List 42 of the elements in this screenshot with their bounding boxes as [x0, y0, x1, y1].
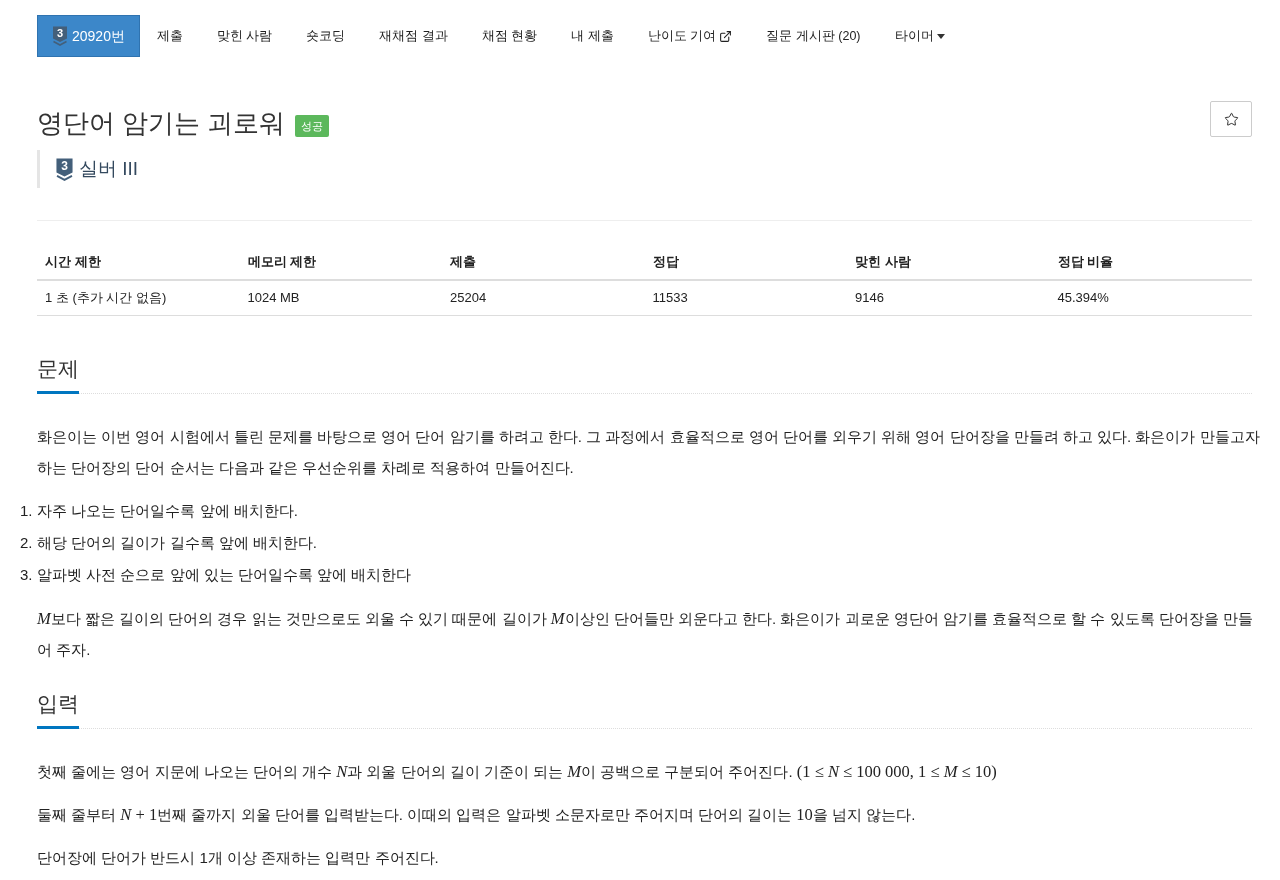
table-cell: 1 초 (추가 시간 없음)	[37, 280, 240, 316]
list-item-text: 알파벳 사전 순으로 앞에 있는 단어일수록 앞에 배치한다	[37, 565, 412, 585]
column-header: 맞힌 사람	[847, 245, 1050, 280]
section-heading: 입력	[37, 689, 79, 729]
nav-tab[interactable]: 제출	[139, 15, 200, 57]
column-header: 제출	[442, 245, 645, 280]
tier-name: 실버 III	[79, 156, 139, 181]
table-cell: 1024 MB	[239, 280, 442, 316]
list-number: 3.	[20, 565, 34, 585]
caret-icon	[936, 33, 945, 39]
column-header: 정답 비율	[1049, 245, 1252, 280]
nav-tab[interactable]: 난이도 기여	[630, 15, 750, 57]
table-cell: 9146	[847, 280, 1050, 316]
section-heading: 문제	[37, 354, 79, 394]
nav-tab[interactable]: 3 20920번	[37, 15, 140, 57]
nav-tab[interactable]: 맞힌 사람	[199, 15, 290, 57]
star-icon	[1223, 111, 1239, 127]
paragraph: 화은이는 이번 영어 시험에서 틀린 문제를 바탕으로 영어 단어 암기를 하려고 한다. 그 과정에서 효율적으로 영어 단어를 외우기 위해 영어 단어장을 만들려 하고 있다. 화은이가 만들고자 하는 단어장의 단어 순서는 다음과 같은 우선순위를 차례로 적용하여 만들어진다.	[37, 427, 1260, 478]
nav-tab[interactable]: 채점 현황	[464, 15, 555, 57]
column-header: 메모리 제한	[239, 245, 442, 280]
list-number: 1.	[20, 501, 34, 521]
paragraph: 둘째 줄부터 N + 1번째 줄까지 외울 단어를 입력받는다. 이때의 입력은 알파벳 소문자로만 주어지며 단어의 길이는 10을 넘지 않는다.	[37, 804, 917, 826]
paragraph: M보다 짧은 길이의 단어의 경우 읽는 것만으로도 외울 수 있기 때문에 길이가 M이상인 단어들만 외운다고 한다. 화은이가 괴로운 영단어 암기를 효율적으로 할 수 있도록 단어장을 만들어 주자.	[37, 608, 1254, 660]
favorite-button[interactable]	[1210, 101, 1252, 137]
list-item-text: 자주 나오는 단어일수록 앞에 배치한다.	[37, 501, 298, 521]
table-cell: 45.394%	[1049, 280, 1252, 316]
column-header: 시간 제한	[37, 245, 240, 280]
nav-tab[interactable]: 타이머	[877, 15, 962, 57]
nav-tab[interactable]: 재채점 결과	[362, 15, 465, 57]
column-header: 정답	[644, 245, 847, 280]
status-badge: 성공	[295, 115, 330, 137]
nav-tab[interactable]: 질문 게시판 (20)	[749, 15, 878, 57]
list-item-text: 해당 단어의 길이가 길수록 앞에 배치한다.	[37, 533, 317, 553]
paragraph: 단어장에 단어가 반드시 1개 이상 존재하는 입력만 주어진다.	[37, 848, 440, 868]
external-link-icon	[719, 29, 733, 43]
list-number: 2.	[20, 533, 34, 553]
problem-title: 영단어 암기는 괴로워	[37, 107, 286, 140]
table-cell: 11533	[644, 280, 847, 316]
nav-tab[interactable]: 숏코딩	[289, 15, 363, 57]
table-cell: 25204	[442, 280, 645, 316]
paragraph: 첫째 줄에는 영어 지문에 나오는 단어의 개수 N과 외울 단어의 길이 기준이 되는 M이 공백으로 구분되어 주어진다. (1 ≤ N ≤ 100 000, 1 ≤ M ≤ 10)	[37, 761, 998, 783]
nav-tab[interactable]: 내 제출	[554, 15, 631, 57]
